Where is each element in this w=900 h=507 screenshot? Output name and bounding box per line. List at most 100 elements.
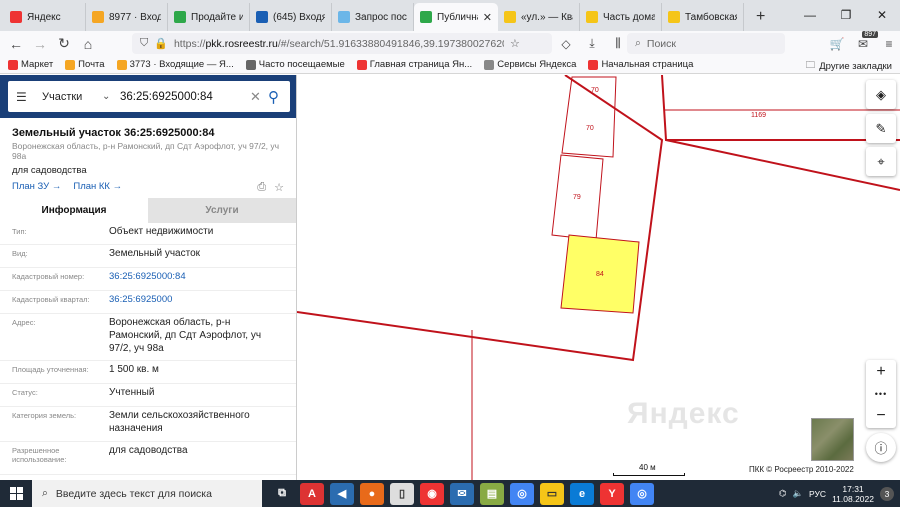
app-icon[interactable]: ◉ — [420, 482, 444, 505]
locate-button[interactable]: ⌖ — [866, 147, 896, 176]
browser-tab[interactable]: Публичная к ✕ — [414, 3, 498, 31]
shield-icon[interactable]: ⛉ — [140, 37, 148, 50]
edge-icon[interactable]: e — [570, 482, 594, 505]
tab-title: Часть дома 47 к — [603, 11, 655, 23]
attribute-row: Кадастровый квартал: 36:25:6925000 — [0, 291, 296, 314]
acrobat-icon[interactable]: A — [300, 482, 324, 505]
browser-tab[interactable]: Яндекс — [4, 3, 86, 31]
browser-tab[interactable]: (645) Входящие — [250, 3, 332, 31]
bookmark-label: Маркет — [21, 59, 54, 70]
task-view-icon[interactable]: ⧉ — [270, 483, 294, 505]
bookmark-item[interactable]: Часто посещаемые — [245, 59, 345, 70]
volume-icon[interactable]: 🔈 — [792, 488, 803, 499]
zoom-in-button[interactable]: + — [876, 363, 885, 381]
maximize-button[interactable]: ❐ — [828, 0, 864, 30]
more-icon[interactable]: ••• — [875, 389, 887, 399]
bookmark-star-icon[interactable]: ☆ — [510, 37, 520, 50]
attribute-value-link[interactable]: 36:25:6925000:84 — [109, 268, 284, 290]
web-search-input[interactable]: ⌕ Поиск — [627, 33, 785, 54]
pocket-icon[interactable]: ◇ — [555, 33, 577, 54]
browser-tab[interactable]: Продайте или с — [168, 3, 250, 31]
bookmark-item[interactable]: 3773 · Входящие — Я... — [116, 59, 234, 70]
attribute-row: Вид: Земельный участок — [0, 245, 296, 268]
language-indicator[interactable]: РУС — [809, 489, 826, 499]
tab-information[interactable]: Информация — [0, 198, 148, 223]
favicon-icon — [420, 11, 432, 23]
search-type-select[interactable]: Участки — [42, 91, 102, 103]
yandex-icon[interactable]: Y — [600, 482, 624, 505]
bookmark-item[interactable]: Маркет — [8, 59, 53, 70]
menu-icon[interactable]: ≡ — [878, 33, 900, 54]
bookmark-item[interactable]: Начальная страница — [588, 59, 693, 70]
map-watermark: Яндекс — [627, 397, 740, 430]
browser-tab[interactable]: Запрос посред — [332, 3, 414, 31]
notifications-icon[interactable]: 3 — [880, 486, 894, 501]
address-bar[interactable]: ⛉ 🔒 https://pkk.rosreestr.ru/#/search/51… — [132, 33, 552, 54]
browser-tab[interactable]: «ул.» — Кварти — [498, 3, 580, 31]
zoom-out-button[interactable]: − — [876, 407, 885, 425]
favicon-icon — [256, 11, 268, 23]
tab-title: Публичная к — [437, 11, 478, 23]
download-icon[interactable]: ⤓ — [581, 33, 603, 54]
mail-icon[interactable]: ✉ — [450, 482, 474, 505]
ruler-icon: ✎ — [875, 120, 887, 136]
attribute-table: Тип: Объект недвижимости Вид: Земельный уча… — [0, 223, 296, 480]
firefox-icon[interactable]: ● — [360, 482, 384, 505]
chrome-icon[interactable]: ◎ — [510, 482, 534, 505]
attribute-value-link[interactable]: 36:25:6925000 — [109, 291, 284, 313]
search-icon[interactable]: ⚲ — [268, 88, 279, 106]
file-icon[interactable]: ▯ — [390, 482, 414, 505]
satellite-toggle-thumbnail[interactable] — [811, 418, 854, 461]
network-icon[interactable]: ⌬ — [779, 488, 786, 499]
menu-icon[interactable]: ☰ — [8, 90, 30, 104]
tab-services[interactable]: Услуги — [148, 198, 296, 223]
mail-extension-icon[interactable]: ✉ 897 — [852, 31, 878, 54]
forward-icon[interactable]: → — [28, 32, 52, 56]
windows-icon — [9, 487, 23, 500]
other-bookmarks[interactable]: 🗀 Другие закладки — [806, 58, 892, 74]
attribute-row: Статус: Учтенный — [0, 384, 296, 407]
ruler-button[interactable]: ✎ — [866, 114, 896, 143]
info-button[interactable]: ⓘ — [866, 433, 896, 462]
minimize-button[interactable]: — — [792, 0, 828, 30]
plan-zu-link[interactable]: План ЗУ → — [12, 181, 61, 194]
start-button[interactable] — [0, 480, 32, 507]
cart-icon[interactable]: 🛒 — [826, 33, 848, 54]
favicon-icon — [586, 11, 598, 23]
browser-tab[interactable]: Часть дома 47 к — [580, 3, 662, 31]
attribute-key: Вид: — [12, 249, 28, 258]
bookmark-item[interactable]: Главная страница Ян... — [356, 59, 472, 70]
clock[interactable]: 17:31 11.08.2022 — [832, 484, 874, 504]
attribute-key: Разрешенное использование: — [12, 446, 67, 464]
url-text[interactable]: https://pkk.rosreestr.ru/#/search/51.916… — [174, 38, 504, 50]
favorite-star-icon[interactable]: ☆ — [274, 181, 284, 194]
lock-icon[interactable]: 🔒 — [154, 37, 168, 50]
attribute-value: 1 500 кв. м — [109, 364, 159, 375]
bookmark-item[interactable]: Сервисы Яндекса — [484, 59, 576, 70]
media-icon[interactable]: ◀ — [330, 482, 354, 505]
close-window-button[interactable]: ✕ — [864, 0, 900, 30]
bookmark-item[interactable]: Почта — [65, 59, 105, 70]
folder-icon[interactable]: ▭ — [540, 482, 564, 505]
chrome-icon-2[interactable]: ◎ — [630, 482, 654, 505]
taskbar-search-input[interactable]: ⌕ Введите здесь текст для поиска — [32, 480, 262, 507]
clear-icon[interactable]: ✕ — [250, 89, 266, 105]
print-icon[interactable]: ⎙ — [257, 181, 266, 194]
chevron-down-icon[interactable]: ⌄ — [102, 91, 116, 102]
home-icon[interactable]: ⌂ — [76, 32, 100, 56]
browser-tab[interactable]: Тамбовская ул. — [662, 3, 744, 31]
crosshair-icon: ⌖ — [877, 153, 885, 169]
layers-button[interactable]: ◈ — [866, 80, 896, 109]
back-icon[interactable]: ← — [4, 32, 28, 56]
winrar-icon[interactable]: ▤ — [480, 482, 504, 505]
library-icon[interactable]: ⫼ — [607, 33, 629, 54]
map-view[interactable]: 70 70 79 84 1169 ◈ ✎ ⌖ Яндекс + ••• − ⓘ … — [297, 75, 900, 480]
cadastral-search-input[interactable]: 36:25:6925000:84 — [120, 91, 250, 103]
plan-kk-link[interactable]: План КК → — [73, 181, 122, 194]
reload-icon[interactable]: ↻ — [52, 32, 76, 56]
close-tab-icon[interactable]: ✕ — [483, 11, 492, 24]
bookmarks-bar: Маркет Почта 3773 · Входящие — Я... Часто п… — [0, 56, 900, 74]
browser-tab[interactable]: 8977 · Входящие — [86, 3, 168, 31]
navigation-bar: ← → ↻ ⌂ ⛉ 🔒 https://pkk.rosreestr.ru/#/s… — [0, 31, 900, 56]
new-tab-button[interactable]: + — [744, 3, 777, 31]
